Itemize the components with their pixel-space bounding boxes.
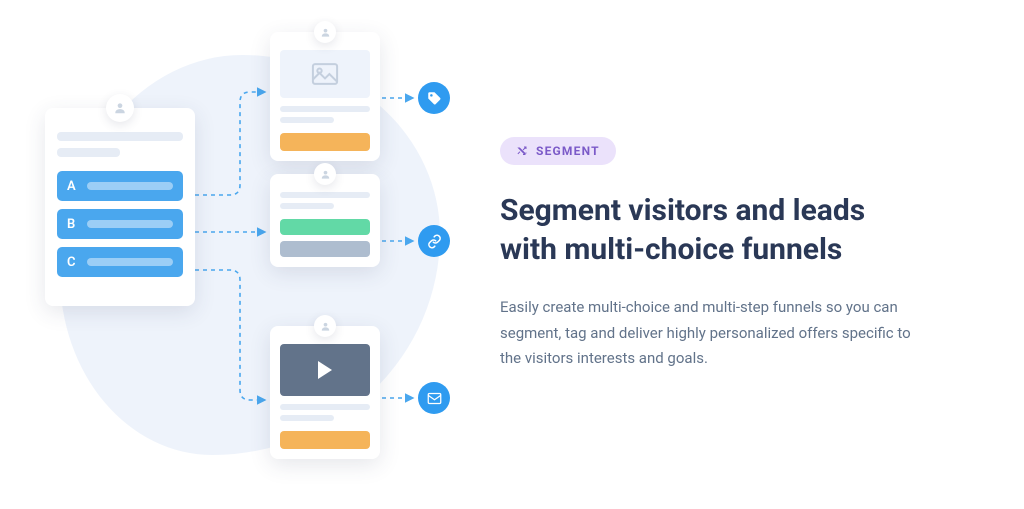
option-a: A bbox=[57, 171, 183, 201]
text-placeholder bbox=[280, 203, 334, 209]
person-icon bbox=[106, 94, 134, 122]
tag-icon bbox=[418, 82, 450, 114]
image-icon bbox=[280, 50, 370, 98]
branch-card-video bbox=[270, 326, 380, 459]
link-icon bbox=[418, 225, 450, 257]
feature-description: Easily create multi-choice and multi-ste… bbox=[500, 295, 920, 372]
option-b: B bbox=[57, 209, 183, 239]
person-icon bbox=[314, 21, 336, 43]
branch-card-image bbox=[270, 32, 380, 161]
option-c: C bbox=[57, 247, 183, 277]
feature-heading: Segment visitors and leads with multi-ch… bbox=[500, 191, 920, 269]
button-placeholder-green bbox=[280, 219, 370, 235]
text-placeholder bbox=[280, 106, 370, 112]
shuffle-icon bbox=[516, 145, 528, 157]
person-icon bbox=[314, 315, 336, 337]
text-placeholder bbox=[280, 192, 370, 198]
text-placeholder bbox=[280, 404, 370, 410]
funnel-diagram: A B C bbox=[0, 0, 500, 509]
text-placeholder bbox=[280, 117, 334, 123]
text-placeholder bbox=[57, 132, 183, 141]
quiz-card: A B C bbox=[45, 108, 195, 306]
text-content: SEGMENT Segment visitors and leads with … bbox=[500, 137, 960, 372]
text-placeholder bbox=[57, 148, 120, 157]
text-placeholder bbox=[280, 415, 334, 421]
play-icon bbox=[280, 344, 370, 396]
segment-pill: SEGMENT bbox=[500, 137, 616, 165]
mail-icon bbox=[418, 382, 450, 414]
cta-button-placeholder bbox=[280, 431, 370, 449]
branch-card-buttons bbox=[270, 174, 380, 267]
pill-label: SEGMENT bbox=[536, 144, 600, 158]
cta-button-placeholder bbox=[280, 133, 370, 151]
button-placeholder-gray bbox=[280, 241, 370, 257]
person-icon bbox=[314, 163, 336, 185]
